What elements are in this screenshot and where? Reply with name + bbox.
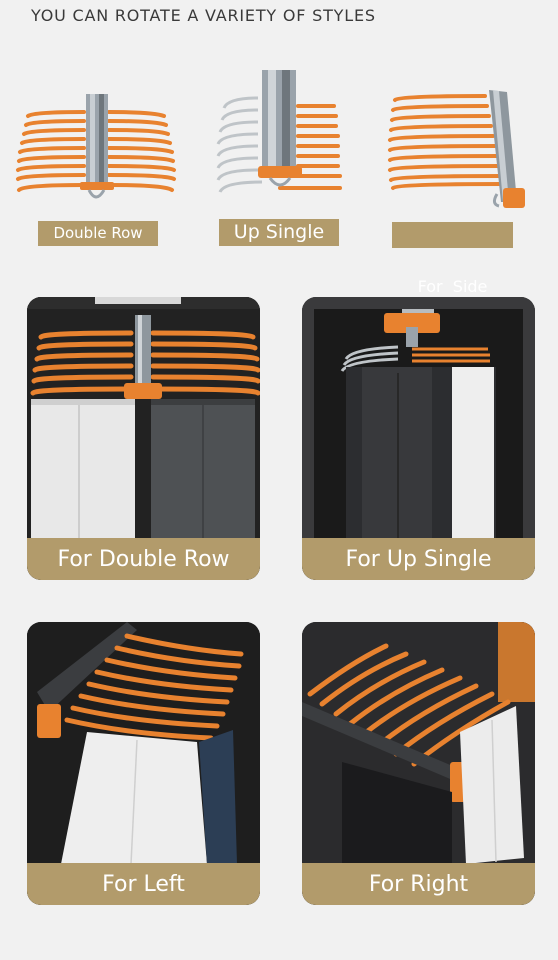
product-up-single-image (210, 68, 345, 200)
style-tag-label: Double Row (53, 224, 143, 242)
card-left: For Left (27, 622, 260, 905)
card-caption: For Right (302, 863, 535, 905)
card-right: For Right (302, 622, 535, 905)
style-tag-double-row: Double Row (38, 221, 158, 246)
product-for-side-image (385, 88, 533, 212)
card-up-single: For Up Single (302, 297, 535, 580)
card-caption: For Left (27, 863, 260, 905)
card-caption: For Up Single (302, 538, 535, 580)
card-caption: For Double Row (27, 538, 260, 580)
product-double-row-image (14, 90, 179, 205)
style-tag-label: Up Single (233, 221, 325, 243)
card-double-row: For Double Row (27, 297, 260, 580)
style-tag-for-side: For Side (392, 222, 513, 296)
page-headline: YOU CAN ROTATE A VARIETY OF STYLES (31, 6, 376, 25)
style-tag-up-single: Up Single (219, 219, 339, 246)
